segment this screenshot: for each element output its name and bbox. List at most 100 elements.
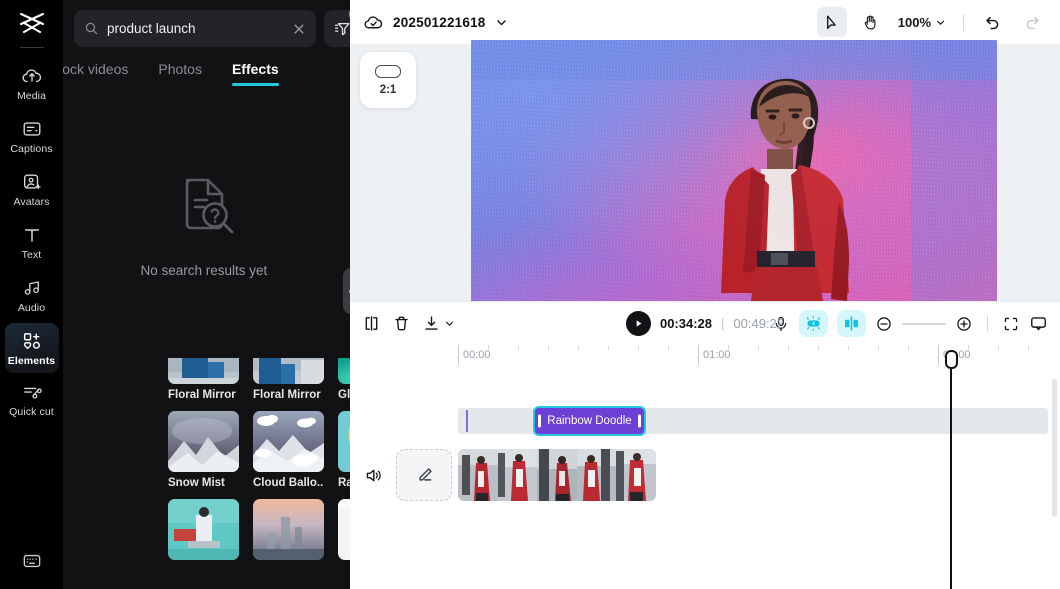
effect-thumbnail [168,499,239,560]
effect-thumbnail [253,358,324,384]
video-preview[interactable] [471,40,997,301]
ruler-tick [758,345,759,350]
project-menu-button[interactable] [495,16,508,29]
sidebar-item-media[interactable]: Media [5,58,59,108]
zoom-slider-track[interactable] [902,322,946,325]
ruler-label: 01:00 [703,349,731,361]
timeline-toolbar: 00:34:28 | 00:49:22 [350,301,1060,345]
trash-icon [395,316,408,331]
timeline-clip-video[interactable] [458,449,656,501]
clear-search-button[interactable] [292,22,306,36]
zoom-level-dropdown[interactable]: 100% [895,15,949,30]
aspect-ratio-button[interactable]: 2:1 [360,52,416,108]
ruler-tick [608,345,609,350]
capcut-logo-icon [19,12,44,34]
sidebar-item-label: Captions [10,143,53,155]
preview-monitor-icon [1031,317,1046,331]
trim-handle-right[interactable] [638,414,641,428]
effect-card[interactable] [253,499,324,564]
search-icon [85,22,98,35]
cloud-saved-icon [364,15,383,28]
edit-pencil-icon [418,467,432,481]
ruler-tick [1028,345,1029,350]
track-mute-toggle[interactable] [350,466,396,485]
effect-card[interactable]: Glitch Fli [338,358,350,402]
panel-search-row: 1 [63,0,350,47]
cloud-upload-icon [21,69,41,83]
timeline-zoom-slider[interactable] [902,322,946,325]
select-tool-button[interactable] [816,7,847,37]
sidebar-item-captions[interactable]: Captions [5,111,59,161]
ruler-label: 00:00 [463,349,491,361]
redo-button[interactable] [1017,7,1047,37]
auto-enhance-toggle[interactable] [799,310,828,337]
tab-effects[interactable]: Effects [231,61,279,86]
redo-icon [1026,16,1039,30]
preview-subject [689,53,889,301]
search-box[interactable] [74,10,316,47]
effect-thumbnail [168,358,239,384]
effect-thumbnail [338,358,350,384]
ruler-tick [848,345,849,350]
effect-label: Glitch Fli [338,389,350,401]
filter-button[interactable]: 1 [324,6,350,47]
sidebar-item-audio[interactable]: Audio [5,270,59,320]
collapse-panel-handle[interactable] [343,268,350,314]
chevron-down-icon [445,321,454,326]
fit-to-screen-button[interactable] [1002,315,1020,333]
play-icon [636,320,642,327]
video-editor-app: Media Captions Avatars Text Audio Elemen… [0,0,1060,589]
sidebar-item-quick-cut[interactable]: Quick cut [5,376,59,424]
app-logo[interactable] [0,0,63,46]
timeline-ruler[interactable]: 00:00 01:00 02:00 [350,345,1060,371]
sidebar-item-avatars[interactable]: Avatars [5,164,59,214]
effect-thumbnail [338,499,350,560]
sidebar-item-label: Audio [17,302,46,314]
time-separator: | [721,316,725,331]
total-duration: 00:49:22 [733,316,785,331]
effect-card[interactable] [338,499,350,564]
zoom-in-button[interactable] [955,315,973,333]
tab-stock-videos[interactable]: Stock videos [63,61,128,86]
zoom-in-icon [957,316,971,331]
timeline-clip-rainbow-doodle[interactable]: Rainbow Doodle [533,406,646,436]
tab-photos[interactable]: Photos [158,61,202,86]
zoom-level-value: 100% [897,14,931,30]
sidebar-item-elements[interactable]: Elements [4,323,59,373]
close-icon [294,23,304,34]
effect-card[interactable]: Floral Mirror [168,358,239,402]
effect-thumbnail [253,411,324,472]
clip-edit-placeholder[interactable] [396,449,452,501]
delete-button[interactable] [392,314,411,333]
effect-card[interactable]: Floral Mirror [253,358,324,402]
effect-card[interactable]: Rainbow [338,411,350,490]
filter-icon [334,23,350,36]
effect-label: Rainbow [338,477,350,489]
snap-align-toggle[interactable] [837,310,866,337]
preview-monitor-button[interactable] [1029,314,1048,333]
effect-card[interactable]: Cloud Ballo... [253,411,324,490]
zoom-out-button[interactable] [875,315,893,333]
trim-handle-left[interactable] [538,414,541,428]
ruler-tick [788,345,789,350]
ruler-tick [548,345,549,350]
top-toolbar: 202501221618 100% [350,0,1060,44]
timeline-vertical-scrollbar[interactable] [1052,379,1057,517]
effect-card[interactable] [168,499,239,564]
effect-card[interactable]: Snow Mist [168,411,239,490]
grid-column: Floral Mirror Snow Mist [168,358,239,573]
split-clip-button[interactable] [362,314,381,333]
sidebar-item-label: Text [21,249,42,261]
hand-tool-button[interactable] [856,7,886,37]
undo-button[interactable] [978,7,1008,37]
filmstrip-frame [616,449,656,501]
timeline-body[interactable]: 00:00 01:00 02:00 Rainbow Doodle [350,345,1060,589]
play-button[interactable] [625,311,651,336]
no-results-document-icon [185,178,233,234]
download-button[interactable] [422,314,455,333]
search-input[interactable] [107,21,284,36]
keyboard-shortcuts-button[interactable] [21,552,43,575]
sidebar-item-text[interactable]: Text [5,217,59,267]
toolbar-divider [963,13,964,31]
current-time: 00:34:28 [659,316,713,331]
